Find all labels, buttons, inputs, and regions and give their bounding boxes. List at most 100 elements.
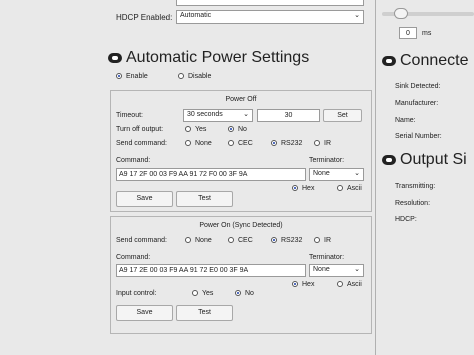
on-send-none-radio[interactable]: None [185,237,212,244]
enable-radio[interactable]: Enable [116,73,148,80]
send-cec-radio[interactable]: CEC [228,140,253,147]
connected-title: Connecte [382,52,469,70]
send-command-label: Send command: [116,140,167,147]
connected-title-text: Connecte [400,52,469,69]
set-button[interactable]: Set [323,109,362,122]
chevron-down-icon: ⌄ [354,266,360,273]
radio-icon [185,140,191,147]
power-off-test-button[interactable]: Test [176,191,233,207]
radio-icon [337,185,343,192]
command-input[interactable]: A9 17 2F 00 03 F9 AA 91 72 F0 00 3F 9A [116,168,306,181]
on-send-rs232-radio[interactable]: RS232 [271,237,302,244]
terminator-select[interactable]: None ⌄ [309,168,364,181]
output-icon [382,154,396,165]
command-input-value: A9 17 2F 00 03 F9 AA 91 72 F0 00 3F 9A [119,171,248,178]
disable-label: Disable [188,73,212,80]
resolution-label: Resolution: [395,200,431,207]
turn-off-no-radio[interactable]: No [228,126,247,133]
yes-label: Yes [202,290,214,297]
radio-selected-icon [228,126,234,133]
top-partial-field [176,0,364,6]
hdcp-select[interactable]: Automatic ⌄ [176,10,364,24]
power-off-save-button[interactable]: Save [116,191,173,207]
power-off-title: Power Off [225,96,257,103]
cec-label: CEC [238,140,253,147]
sink-detected-label: Sink Detected: [395,83,441,90]
ascii-label: Ascii [347,281,362,288]
hex-label: Hex [302,185,315,192]
cec-label: CEC [238,237,253,244]
timeout-select-value: 30 seconds [187,111,223,118]
radio-selected-icon [271,237,277,244]
on-ascii-radio[interactable]: Ascii [337,281,362,288]
on-command-input-value: A9 17 2E 00 03 F9 AA 91 72 E0 00 3F 9A [119,267,249,274]
delay-slider-handle[interactable] [394,8,408,19]
power-icon [108,52,122,63]
output-title: Output Si [382,151,467,169]
auto-power-title-text: Automatic Power Settings [126,49,310,66]
terminator-label: Terminator: [309,157,345,164]
delay-input-value: 0 [406,30,410,37]
radio-icon [178,73,184,80]
send-ir-radio[interactable]: IR [314,140,331,147]
timeout-select[interactable]: 30 seconds ⌄ [183,109,253,122]
power-on-test-button[interactable]: Test [176,305,233,321]
on-terminator-select[interactable]: None ⌄ [309,264,364,277]
ascii-radio[interactable]: Ascii [337,185,362,192]
input-control-yes-radio[interactable]: Yes [192,290,213,297]
name-label: Name: [395,117,416,124]
on-send-ir-radio[interactable]: IR [314,237,331,244]
power-on-save-button[interactable]: Save [116,305,173,321]
chevron-down-icon: ⌄ [354,12,360,19]
turn-off-label: Turn off output: [116,126,164,133]
ir-label: IR [324,237,331,244]
send-rs232-radio[interactable]: RS232 [271,140,302,147]
on-hex-radio[interactable]: Hex [292,281,314,288]
on-send-command-label: Send command: [116,237,167,244]
no-label: No [238,126,247,133]
chevron-down-icon: ⌄ [243,111,249,118]
on-command-label: Command: [116,254,151,261]
radio-selected-icon [235,290,241,297]
none-label: None [195,140,212,147]
radio-icon [337,281,343,288]
disable-radio[interactable]: Disable [178,73,211,80]
on-terminator-label: Terminator: [309,254,345,261]
hex-label: Hex [302,281,315,288]
radio-icon [185,126,191,133]
auto-power-title: Automatic Power Settings [108,49,309,67]
radio-icon [314,140,320,147]
on-terminator-select-value: None [313,266,330,273]
delay-unit: ms [422,30,432,37]
radio-selected-icon [292,281,298,288]
terminator-select-value: None [313,170,330,177]
ascii-label: Ascii [347,185,362,192]
yes-label: Yes [195,126,207,133]
link-icon [382,55,396,66]
radio-icon [314,237,320,244]
radio-selected-icon [116,73,122,80]
no-label: No [245,290,254,297]
transmitting-label: Transmitting: [395,183,436,190]
timeout-input-value: 30 [284,112,293,119]
turn-off-yes-radio[interactable]: Yes [185,126,206,133]
manufacturer-label: Manufacturer: [395,100,439,107]
enable-label: Enable [126,73,148,80]
hex-radio[interactable]: Hex [292,185,314,192]
timeout-input[interactable]: 30 [257,109,320,122]
send-none-radio[interactable]: None [185,140,212,147]
chevron-down-icon: ⌄ [354,170,360,177]
on-send-cec-radio[interactable]: CEC [228,237,253,244]
command-label: Command: [116,157,151,164]
on-command-input[interactable]: A9 17 2E 00 03 F9 AA 91 72 E0 00 3F 9A [116,264,306,277]
radio-icon [228,237,234,244]
hdcp-select-value: Automatic [180,12,212,19]
rs232-label: RS232 [281,237,303,244]
input-control-no-radio[interactable]: No [235,290,254,297]
output-title-text: Output Si [400,151,467,168]
radio-icon [228,140,234,147]
hdcp-status-label: HDCP: [395,216,417,223]
radio-selected-icon [292,185,298,192]
serial-label: Serial Number: [395,133,442,140]
delay-input[interactable]: 0 [399,27,417,39]
